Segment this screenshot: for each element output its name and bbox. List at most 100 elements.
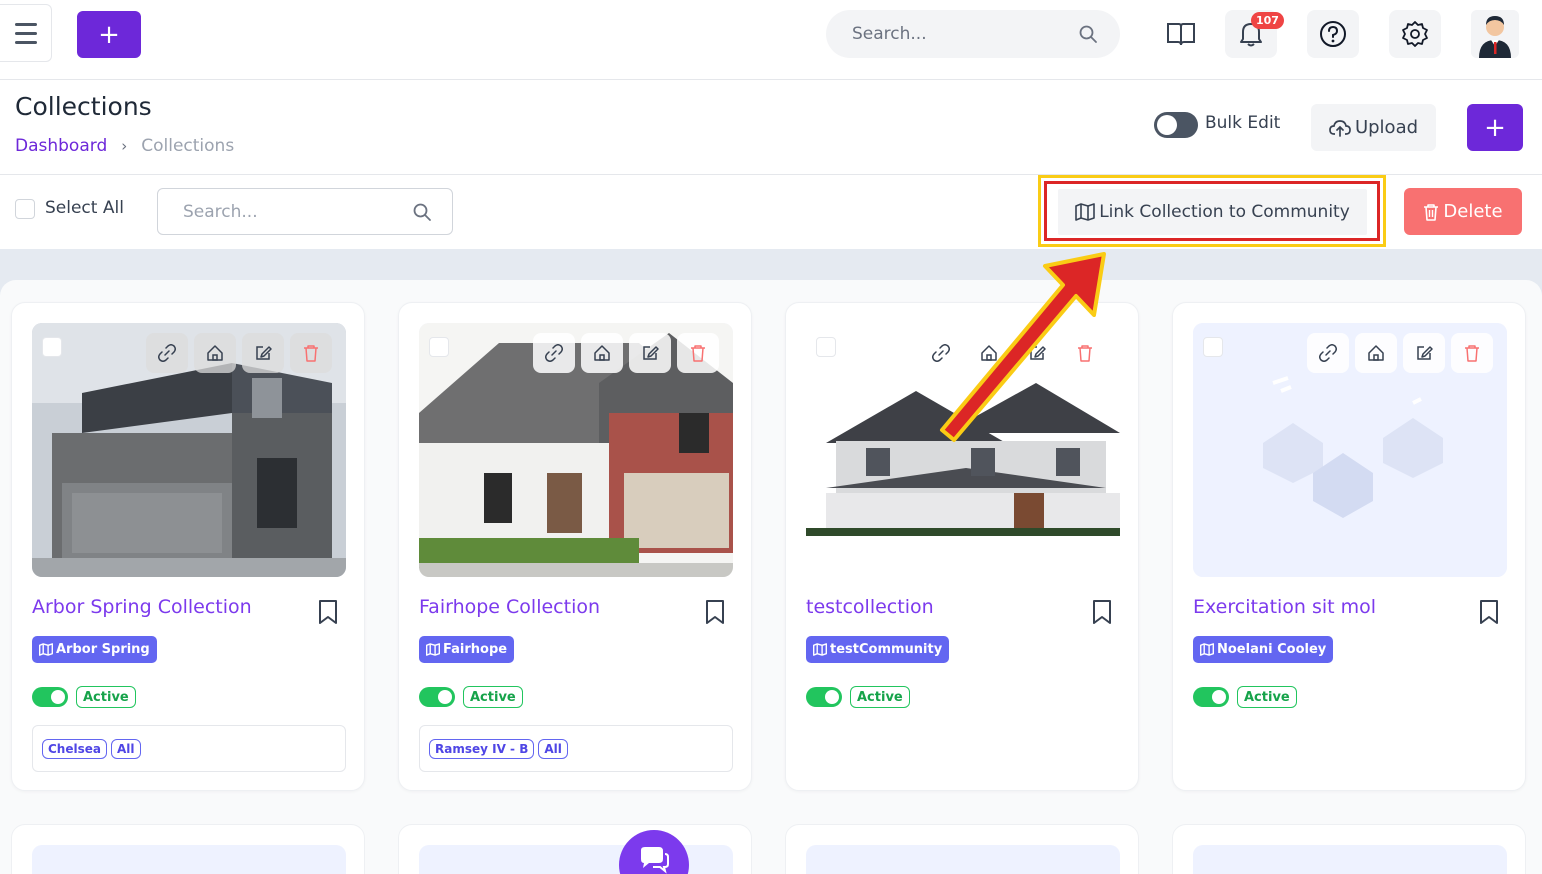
breadcrumb-current: Collections: [141, 136, 235, 156]
collection-card: testcollection testCommunity Active: [785, 302, 1139, 791]
card-checkbox[interactable]: [1203, 337, 1223, 357]
home-icon[interactable]: [581, 333, 623, 373]
notification-count-badge: 107: [1251, 12, 1284, 29]
status-badge: Active: [76, 686, 136, 708]
quick-add-button[interactable]: +: [77, 11, 141, 58]
status-toggle[interactable]: [1193, 687, 1229, 707]
community-tag-label: Arbor Spring: [56, 642, 150, 657]
trash-icon: [1424, 203, 1439, 221]
card-checkbox[interactable]: [42, 337, 62, 357]
search-icon[interactable]: [1078, 24, 1098, 44]
collection-card: [11, 824, 365, 874]
avatar[interactable]: [1471, 10, 1519, 58]
plan-tags: Chelsea All: [32, 725, 346, 772]
plan-tag[interactable]: All: [538, 738, 568, 759]
help-button[interactable]: [1307, 10, 1359, 58]
collection-title[interactable]: Fairhope Collection: [419, 596, 600, 618]
trash-icon[interactable]: [1451, 333, 1493, 373]
card-checkbox[interactable]: [429, 337, 449, 357]
edit-icon[interactable]: [1016, 333, 1058, 373]
collection-card: Arbor Spring Collection Arbor Spring Act…: [11, 302, 365, 791]
collection-image[interactable]: [806, 845, 1120, 874]
collection-image[interactable]: [1193, 845, 1507, 874]
link-icon[interactable]: [1307, 333, 1349, 373]
select-all-label: Select All: [45, 198, 124, 218]
trash-icon[interactable]: [1064, 333, 1106, 373]
gear-icon: [1402, 21, 1428, 47]
global-search: [826, 10, 1120, 58]
home-icon[interactable]: [194, 333, 236, 373]
collection-card: Fairhope Collection Fairhope Active Rams…: [398, 302, 752, 791]
search-icon[interactable]: [412, 202, 432, 222]
settings-button[interactable]: [1389, 10, 1441, 58]
edit-icon[interactable]: [1403, 333, 1445, 373]
docs-button[interactable]: [1155, 10, 1207, 58]
trash-icon[interactable]: [677, 333, 719, 373]
upload-label: Upload: [1354, 117, 1419, 138]
collection-card: [1172, 824, 1526, 874]
menu-icon: [14, 20, 37, 47]
community-tag[interactable]: testCommunity: [806, 636, 950, 663]
upload-button[interactable]: Upload: [1311, 104, 1436, 151]
collection-image[interactable]: [806, 323, 1120, 577]
collection-search: [157, 188, 453, 235]
edit-icon[interactable]: [242, 333, 284, 373]
menu-button[interactable]: [0, 4, 52, 62]
add-collection-button[interactable]: +: [1467, 104, 1523, 151]
status-toggle[interactable]: [806, 687, 842, 707]
card-actions: [1307, 333, 1493, 373]
community-tag[interactable]: Arbor Spring: [32, 636, 157, 663]
status-toggle[interactable]: [419, 687, 455, 707]
community-tag[interactable]: Noelani Cooley: [1193, 636, 1334, 663]
status-toggle[interactable]: [32, 687, 68, 707]
link-icon[interactable]: [920, 333, 962, 373]
status-badge: Active: [850, 686, 910, 708]
card-checkbox[interactable]: [816, 337, 836, 357]
link-icon[interactable]: [146, 333, 188, 373]
collection-search-input[interactable]: [183, 201, 412, 222]
delete-button[interactable]: Delete: [1404, 188, 1522, 235]
breadcrumb-separator: ›: [121, 137, 128, 155]
top-bar: + 107: [0, 0, 1542, 80]
card-actions: [146, 333, 332, 373]
collection-title[interactable]: Arbor Spring Collection: [32, 596, 252, 618]
plan-tag[interactable]: Chelsea: [42, 738, 107, 759]
page-title: Collections: [15, 92, 152, 121]
breadcrumb: Dashboard › Collections: [15, 136, 234, 156]
map-icon: [813, 643, 827, 656]
annotation-highlight-box: [1038, 175, 1386, 247]
collection-card: [398, 824, 752, 874]
plan-tags: Ramsey IV - B All: [419, 725, 733, 772]
collection-image[interactable]: [32, 845, 346, 874]
collection-image[interactable]: [32, 323, 346, 577]
community-tag-label: Noelani Cooley: [1217, 642, 1327, 657]
help-icon: [1320, 21, 1346, 47]
map-icon: [426, 643, 440, 656]
collection-card: [785, 824, 1139, 874]
trash-icon[interactable]: [290, 333, 332, 373]
bookmark-icon[interactable]: [705, 599, 725, 625]
link-icon[interactable]: [533, 333, 575, 373]
select-all-checkbox[interactable]: [15, 199, 35, 219]
collection-image[interactable]: [419, 323, 733, 577]
card-actions: [920, 333, 1106, 373]
notifications-button[interactable]: 107: [1225, 10, 1284, 58]
collection-title[interactable]: testcollection: [806, 596, 934, 618]
breadcrumb-dashboard-link[interactable]: Dashboard: [15, 136, 107, 156]
collection-image[interactable]: [1193, 323, 1507, 577]
collection-title[interactable]: Exercitation sit mol: [1193, 596, 1376, 618]
plan-tag[interactable]: Ramsey IV - B: [429, 738, 535, 759]
bookmark-icon[interactable]: [1479, 599, 1499, 625]
community-tag[interactable]: Fairhope: [419, 636, 515, 663]
home-icon[interactable]: [1355, 333, 1397, 373]
home-icon[interactable]: [968, 333, 1010, 373]
bulk-edit-toggle[interactable]: [1154, 112, 1198, 138]
book-icon: [1167, 23, 1195, 46]
bulk-edit-label: Bulk Edit: [1205, 113, 1281, 133]
edit-icon[interactable]: [629, 333, 671, 373]
plan-tag[interactable]: All: [110, 738, 141, 759]
delete-label: Delete: [1443, 201, 1503, 222]
global-search-input[interactable]: [852, 24, 1078, 44]
bookmark-icon[interactable]: [1092, 599, 1112, 625]
bookmark-icon[interactable]: [318, 599, 338, 625]
